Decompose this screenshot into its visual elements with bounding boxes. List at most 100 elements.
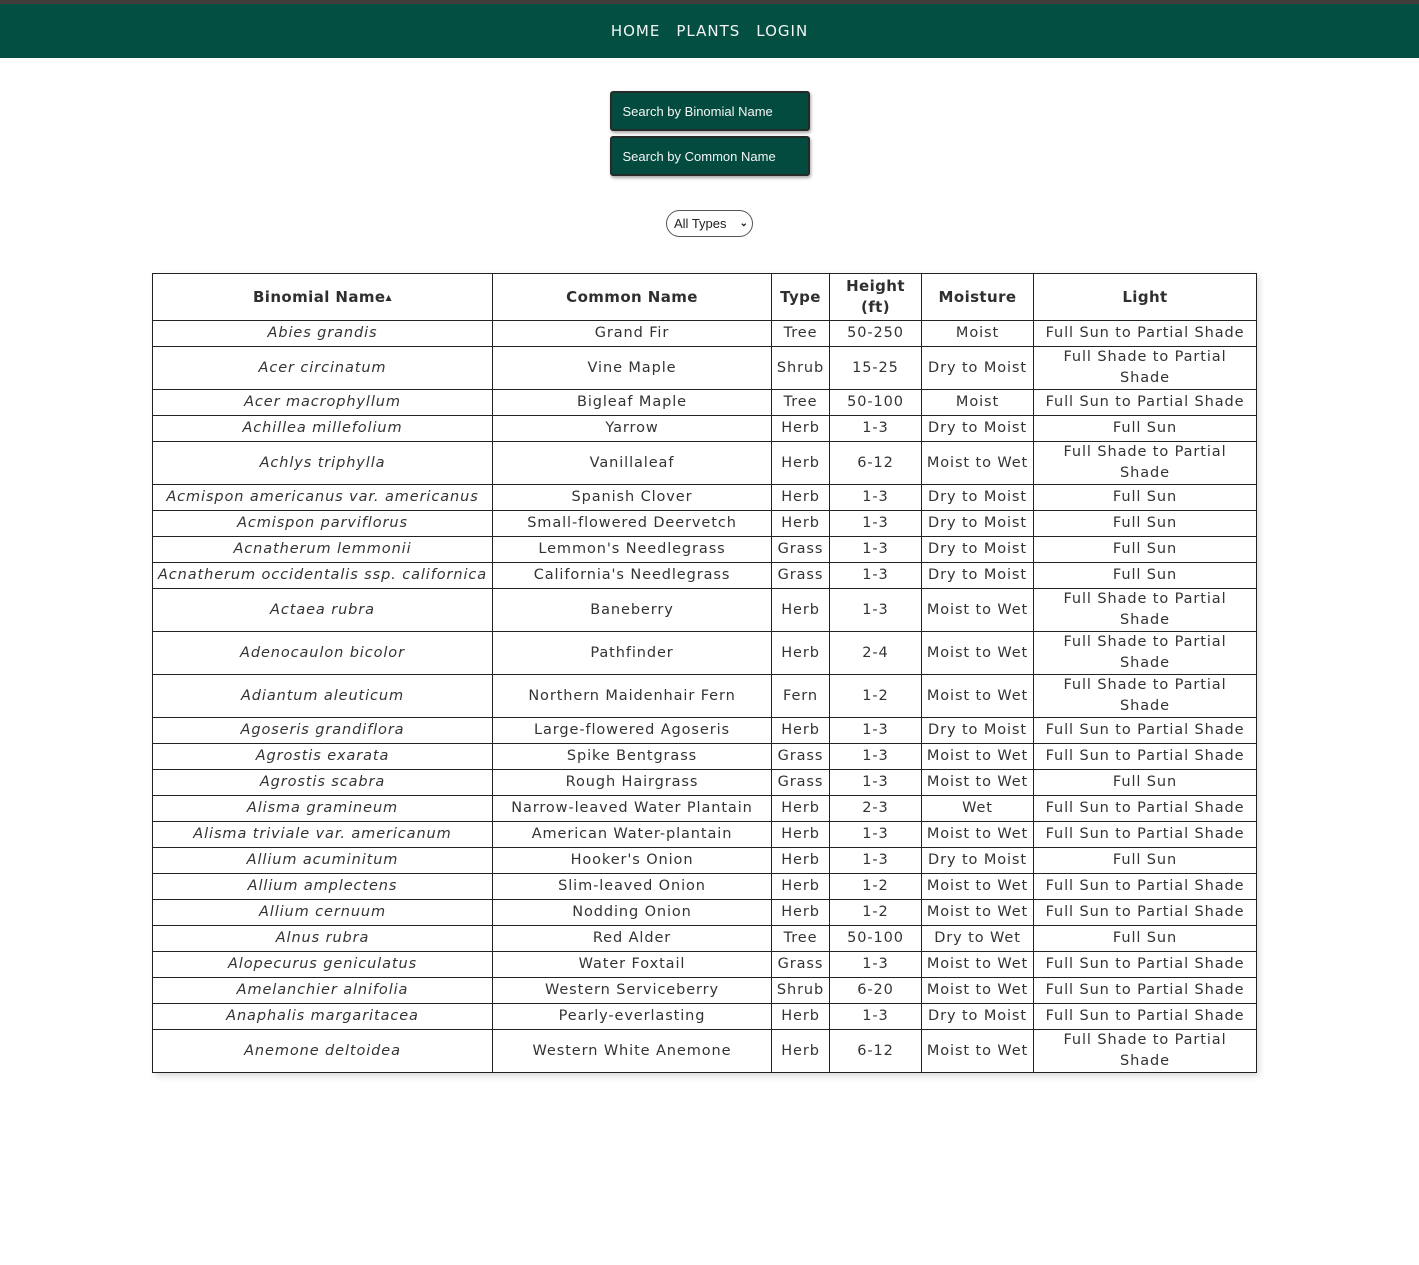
table-row: Agoseris grandiflora Large-flowered Agose… — [152, 717, 1257, 744]
cell-common-name: Rough Hairgrass — [492, 769, 772, 796]
cell-common-name: Lemmon's Needlegrass — [492, 536, 772, 563]
cell-type: Grass — [771, 769, 830, 796]
plants-table: Binomial Name▲ Common Name Type Height (… — [152, 273, 1257, 1073]
cell-binomial-name: Agrostis scabra — [152, 769, 493, 796]
cell-type: Shrub — [771, 977, 830, 1004]
cell-common-name: Narrow-leaved Water Plantain — [492, 795, 772, 822]
cell-binomial-name: Agrostis exarata — [152, 743, 493, 770]
table-row: Actaea rubra Baneberry Herb 1-3 Moist to Wet… — [152, 588, 1257, 632]
cell-common-name: Yarrow — [492, 415, 772, 442]
cell-type: Herb — [771, 795, 830, 822]
cell-type: Grass — [771, 951, 830, 978]
cell-height: 2-4 — [829, 631, 922, 675]
cell-binomial-name: Actaea rubra — [152, 588, 493, 632]
cell-binomial-name: Anemone deltoidea — [152, 1029, 493, 1073]
table-row: Adiantum aleuticum Northern Maidenhair Fe… — [152, 674, 1257, 718]
cell-light: Full Sun to Partial Shade — [1033, 951, 1257, 978]
cell-height: 6-12 — [829, 1029, 922, 1073]
cell-light: Full Sun to Partial Shade — [1033, 977, 1257, 1004]
cell-light: Full Sun — [1033, 484, 1257, 511]
table-row: Anaphalis margaritacea Pearly-everlasting… — [152, 1003, 1257, 1030]
nav-plants-link[interactable]: PLANTS — [676, 22, 740, 40]
cell-light: Full Sun — [1033, 769, 1257, 796]
cell-height: 1-3 — [829, 415, 922, 442]
table-row: Allium cernuum Nodding Onion Herb 1-2 Moist … — [152, 899, 1257, 926]
cell-height: 15-25 — [829, 346, 922, 390]
cell-binomial-name: Acmispon parviflorus — [152, 510, 493, 537]
cell-common-name: Baneberry — [492, 588, 772, 632]
cell-common-name: Water Foxtail — [492, 951, 772, 978]
cell-common-name: Spike Bentgrass — [492, 743, 772, 770]
column-header-type[interactable]: Type — [771, 273, 830, 321]
table-row: Acnatherum lemmonii Lemmon's Needlegrass G… — [152, 536, 1257, 563]
cell-common-name: Bigleaf Maple — [492, 389, 772, 416]
table-row: Alnus rubra Red Alder Tree 50-100 Dry to Wet… — [152, 925, 1257, 952]
table-row: Allium acuminitum Hooker's Onion Herb 1-3 Dr… — [152, 847, 1257, 874]
cell-common-name: Pearly-everlasting — [492, 1003, 772, 1030]
search-common-button[interactable]: Search by Common Name — [609, 136, 810, 176]
cell-height: 1-2 — [829, 674, 922, 718]
table-row: Acnatherum occidentalis ssp. californica… — [152, 562, 1257, 589]
column-header-height[interactable]: Height (ft) — [829, 273, 922, 321]
cell-common-name: Vine Maple — [492, 346, 772, 390]
cell-moisture: Dry to Moist — [921, 717, 1034, 744]
cell-binomial-name: Acnatherum lemmonii — [152, 536, 493, 563]
type-select[interactable]: All Types ⌄ — [666, 210, 753, 237]
cell-moisture: Wet — [921, 795, 1034, 822]
cell-binomial-name: Acer circinatum — [152, 346, 493, 390]
cell-common-name: Slim-leaved Onion — [492, 873, 772, 900]
cell-type: Grass — [771, 536, 830, 563]
cell-moisture: Dry to Moist — [921, 484, 1034, 511]
cell-height: 1-3 — [829, 821, 922, 848]
table-row: Acmispon parviflorus Small-flowered Deerv… — [152, 510, 1257, 537]
cell-moisture: Moist to Wet — [921, 873, 1034, 900]
cell-light: Full Sun to Partial Shade — [1033, 821, 1257, 848]
table-row: Amelanchier alnifolia Western Serviceberr… — [152, 977, 1257, 1004]
table-body: Abies grandis Grand Fir Tree 50-250 Moist Ful… — [152, 320, 1257, 1073]
cell-height: 6-12 — [829, 441, 922, 485]
table-row: Achlys triphylla Vanillaleaf Herb 6-12 Moist… — [152, 441, 1257, 485]
cell-height: 1-3 — [829, 1003, 922, 1030]
cell-type: Tree — [771, 320, 830, 347]
cell-common-name: Vanillaleaf — [492, 441, 772, 485]
column-header-binomial[interactable]: Binomial Name▲ — [152, 273, 493, 321]
column-header-binomial-label: Binomial Name — [252, 287, 386, 306]
cell-light: Full Sun to Partial Shade — [1033, 389, 1257, 416]
cell-height: 6-20 — [829, 977, 922, 1004]
cell-binomial-name: Achlys triphylla — [152, 441, 493, 485]
table-row: Agrostis exarata Spike Bentgrass Grass 1-3 M… — [152, 743, 1257, 770]
cell-binomial-name: Acmispon americanus var. americanus — [152, 484, 493, 511]
cell-binomial-name: Alopecurus geniculatus — [152, 951, 493, 978]
search-controls: Search by Binomial Name Search by Common… — [0, 91, 1419, 176]
table-row: Alopecurus geniculatus Water Foxtail Grass… — [152, 951, 1257, 978]
cell-type: Herb — [771, 821, 830, 848]
cell-type: Tree — [771, 389, 830, 416]
cell-type: Herb — [771, 510, 830, 537]
cell-binomial-name: Adiantum aleuticum — [152, 674, 493, 718]
cell-binomial-name: Achillea millefolium — [152, 415, 493, 442]
nav-home-link[interactable]: HOME — [611, 22, 661, 40]
cell-moisture: Dry to Moist — [921, 415, 1034, 442]
search-binomial-button[interactable]: Search by Binomial Name — [609, 91, 810, 131]
cell-moisture: Moist to Wet — [921, 631, 1034, 675]
column-header-moisture[interactable]: Moisture — [921, 273, 1034, 321]
table-row: Anemone deltoidea Western White Anemone He… — [152, 1029, 1257, 1073]
column-header-common[interactable]: Common Name — [492, 273, 772, 321]
cell-height: 1-3 — [829, 484, 922, 511]
column-header-light[interactable]: Light — [1033, 273, 1257, 321]
cell-moisture: Moist to Wet — [921, 441, 1034, 485]
cell-height: 50-100 — [829, 389, 922, 416]
table-row: Alisma gramineum Narrow-leaved Water Plan… — [152, 795, 1257, 822]
table-row: Acer circinatum Vine Maple Shrub 15-25 Dry t… — [152, 346, 1257, 390]
cell-type: Herb — [771, 1029, 830, 1073]
type-select-value: All Types — [674, 216, 727, 231]
cell-light: Full Sun — [1033, 925, 1257, 952]
nav-login-link[interactable]: LOGIN — [756, 22, 808, 40]
cell-type: Herb — [771, 1003, 830, 1030]
cell-light: Full Sun — [1033, 510, 1257, 537]
cell-common-name: Pathfinder — [492, 631, 772, 675]
cell-light: Full Shade to Partial Shade — [1033, 1029, 1257, 1073]
cell-binomial-name: Allium amplectens — [152, 873, 493, 900]
cell-height: 1-3 — [829, 588, 922, 632]
chevron-down-icon: ⌄ — [739, 218, 748, 229]
